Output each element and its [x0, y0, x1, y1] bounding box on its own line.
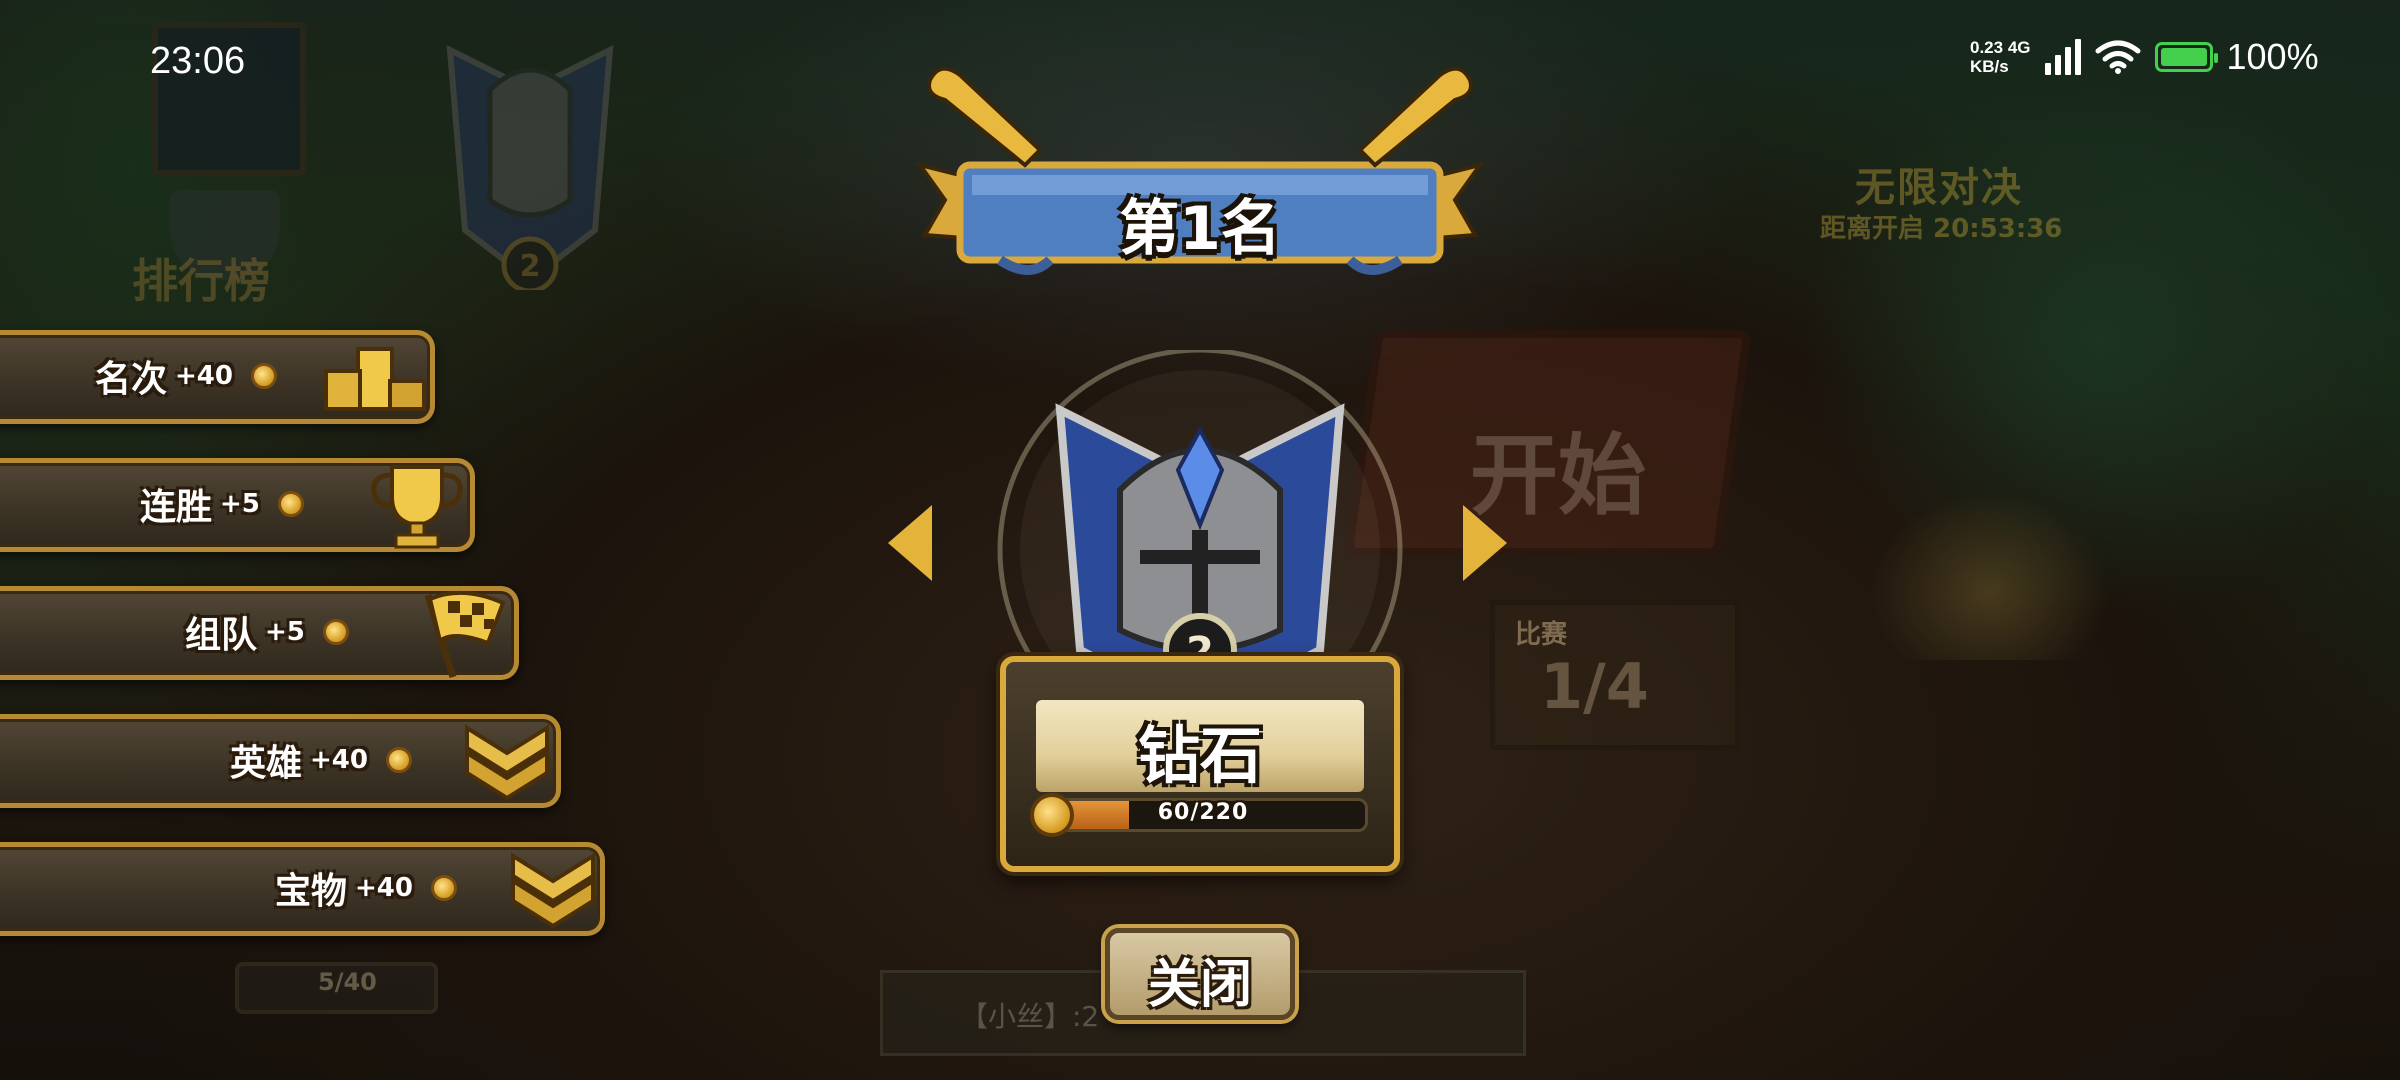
- reward-bonus: +5: [265, 617, 305, 647]
- tier-name: 钻石: [1137, 719, 1262, 792]
- coin-icon: [322, 619, 349, 645]
- reward-bonus: +5: [220, 489, 260, 519]
- battery-level-fill: [2160, 48, 2207, 66]
- horn-right-icon: [1357, 66, 1473, 168]
- network-speed: 0.23 4G KB/s: [1970, 38, 2031, 76]
- reward-row: 英雄 +40: [0, 714, 561, 808]
- reward-row: 宝物 +40: [0, 842, 605, 936]
- placement-title: 第1名: [1119, 194, 1281, 264]
- reward-bonus: +40: [175, 361, 233, 391]
- podium-icon: [320, 329, 430, 425]
- battery-icon: [2154, 42, 2218, 72]
- chevron-rank-icon: [498, 841, 608, 937]
- reward-text: 宝物 +40: [275, 862, 457, 914]
- reward-label: 组队: [185, 615, 258, 656]
- reward-label: 连胜: [140, 487, 213, 528]
- coin-icon: [385, 747, 412, 773]
- reward-row: 连胜 +5: [0, 458, 475, 552]
- status-time: 23:06: [150, 40, 246, 82]
- coin-icon: [430, 875, 457, 901]
- signal-icon: [2044, 39, 2081, 75]
- coin-icon: [250, 363, 277, 389]
- reward-bonus: +40: [355, 873, 413, 903]
- wifi-icon: [2095, 40, 2141, 74]
- network-type: 4G: [2007, 38, 2031, 57]
- battery-percent: 100%: [2226, 36, 2319, 77]
- trophy-icon: [362, 457, 472, 553]
- reward-text: 名次 +40: [95, 350, 277, 402]
- reward-bonus: +40: [310, 745, 368, 775]
- coin-icon: [277, 491, 304, 517]
- net-speed-value: 0.23: [1970, 38, 2004, 57]
- horn-left-icon: [927, 66, 1043, 168]
- net-speed-unit: KB/s: [1970, 57, 2009, 76]
- reward-label: 名次: [95, 359, 168, 400]
- next-tier-arrow-icon[interactable]: [1463, 505, 1507, 581]
- chevron-rank-icon: [452, 713, 562, 809]
- checkered-flag-icon: [408, 585, 518, 681]
- close-button-label[interactable]: 关闭: [1105, 942, 1295, 1017]
- previous-tier-arrow-icon[interactable]: [888, 505, 932, 581]
- reward-text: 连胜 +5: [140, 478, 304, 530]
- reward-text: 组队 +5: [185, 606, 349, 658]
- reward-label: 英雄: [230, 743, 303, 784]
- reward-label: 宝物: [275, 871, 348, 912]
- reward-row: 组队 +5: [0, 586, 519, 680]
- tier-progress-text: 60/220: [1157, 800, 1249, 825]
- reward-text: 英雄 +40: [230, 734, 412, 786]
- status-indicators: 0.23 4G KB/s 100%: [1970, 36, 2319, 78]
- reward-row: 名次 +40: [0, 330, 435, 424]
